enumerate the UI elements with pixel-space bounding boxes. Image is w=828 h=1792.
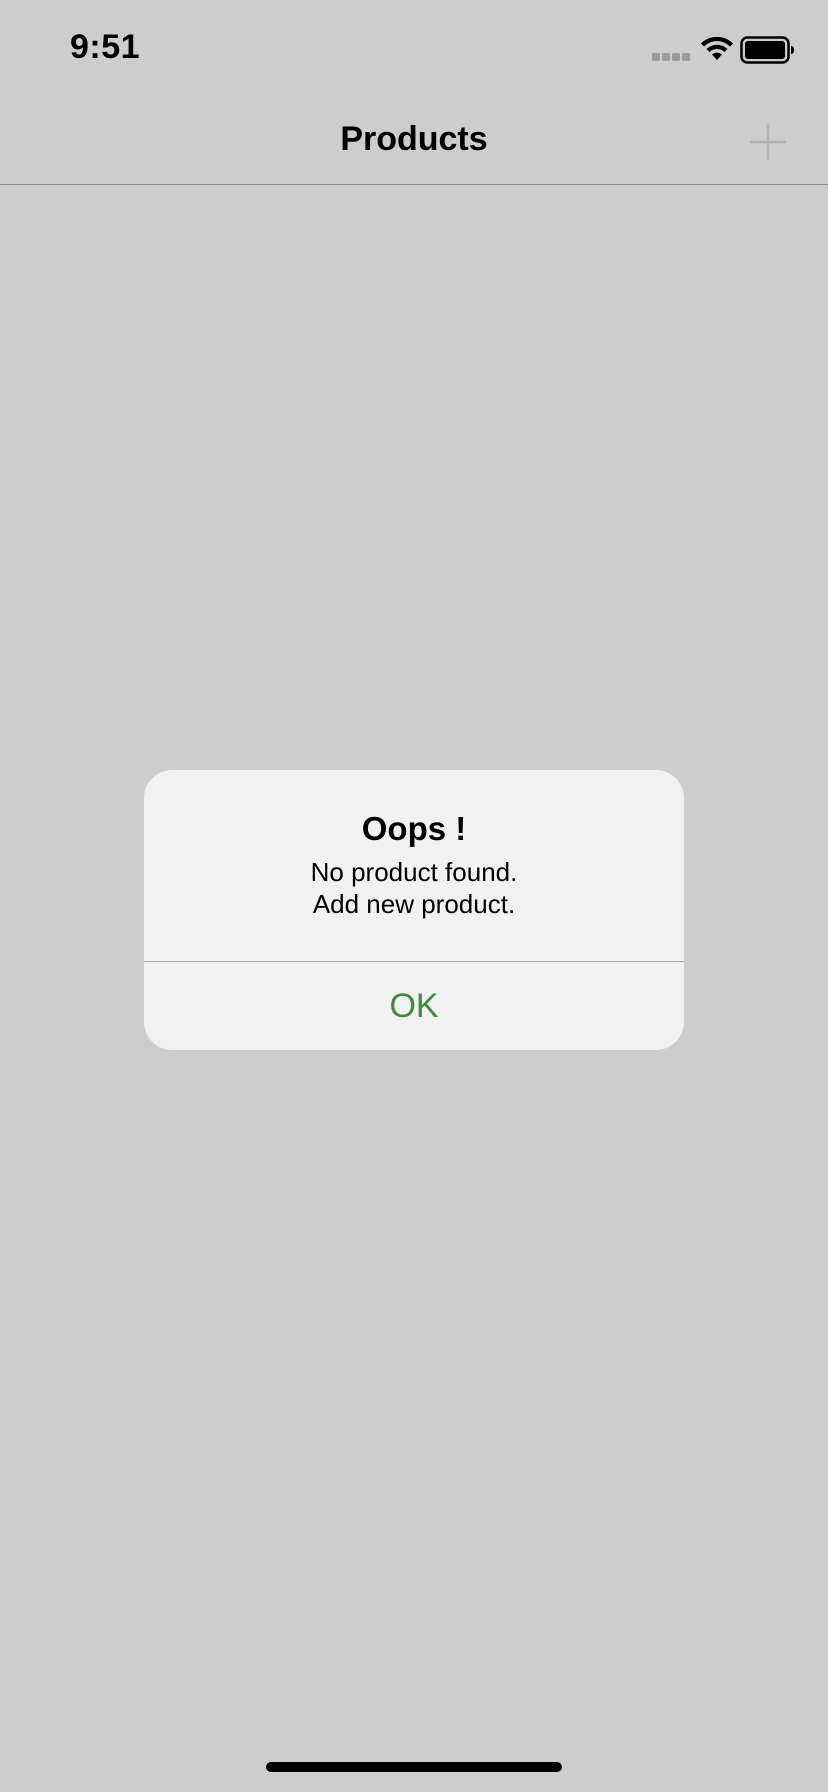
alert-dialog: Oops ! No product found. Add new product…: [144, 770, 684, 1050]
navigation-bar: Products: [0, 100, 828, 185]
status-bar: 9:51: [0, 0, 828, 100]
ok-button[interactable]: OK: [144, 962, 684, 1050]
page-title: Products: [340, 120, 488, 158]
home-indicator[interactable]: [266, 1762, 562, 1772]
cellular-signal-icon: [652, 53, 690, 61]
alert-title: Oops !: [361, 810, 467, 847]
wifi-icon: [701, 36, 733, 60]
status-time: 9:51: [70, 28, 141, 66]
battery-icon: [740, 36, 794, 64]
add-product-button[interactable]: [742, 116, 794, 168]
plus-icon: [750, 124, 786, 160]
alert-message-line: No product found.: [310, 857, 518, 887]
alert-message-line: Add new product.: [312, 889, 516, 919]
alert-message: No product found. Add new product.: [144, 856, 684, 920]
